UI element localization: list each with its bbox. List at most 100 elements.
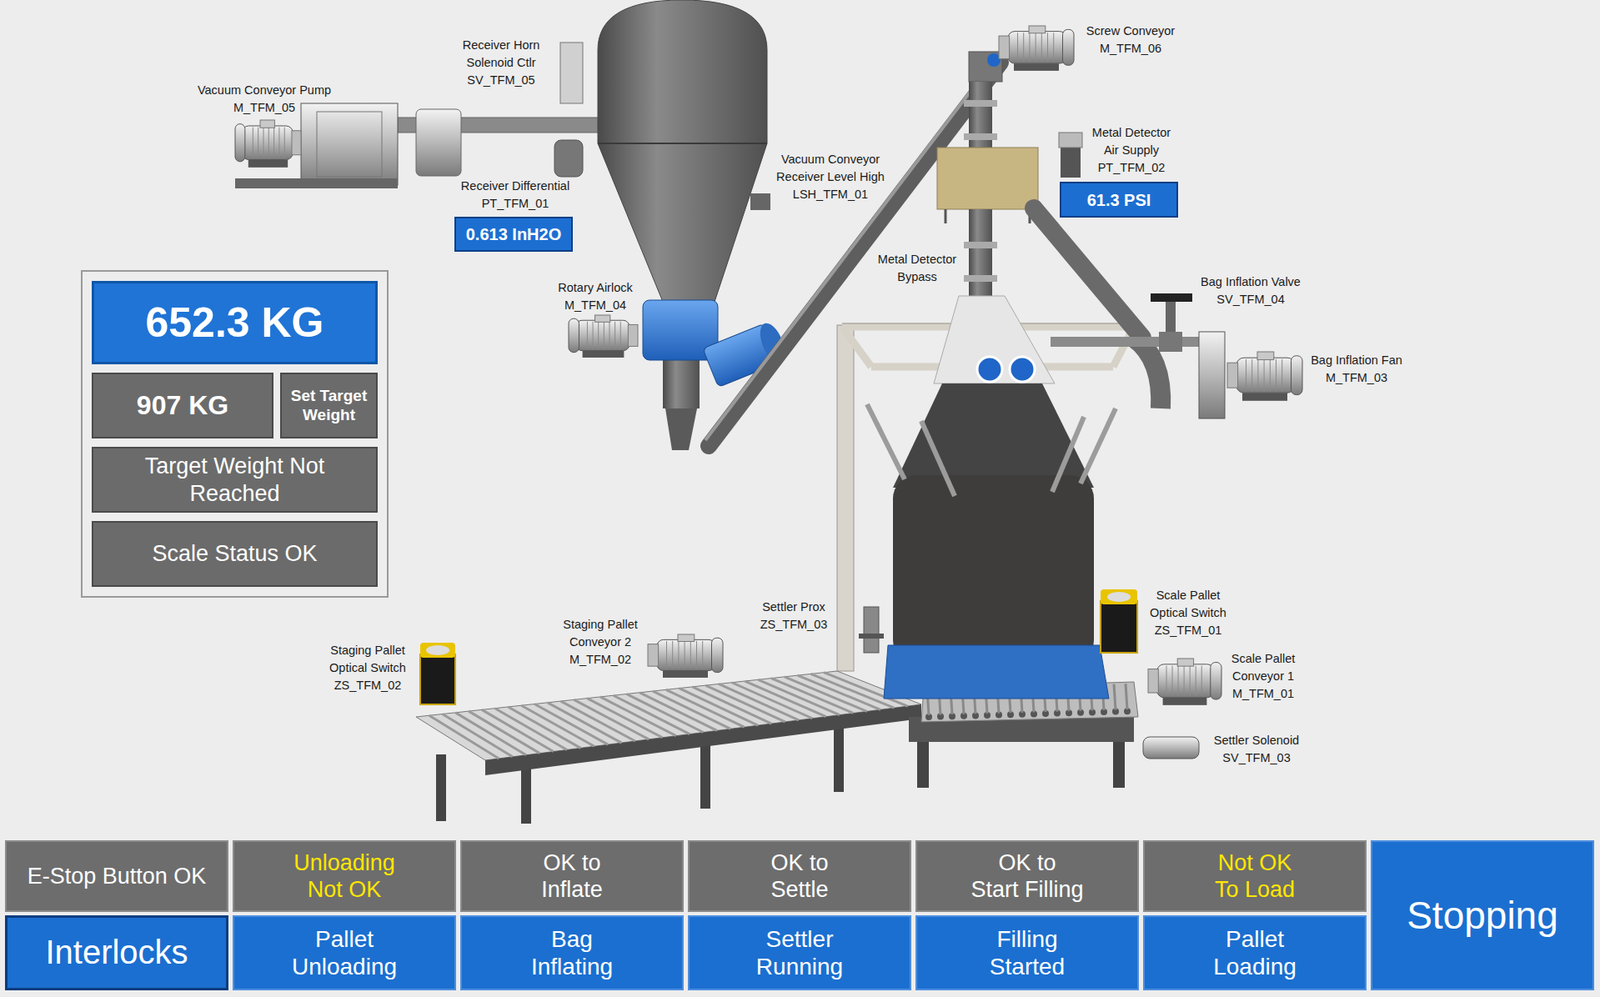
motor-icon (1148, 658, 1222, 706)
motor-icon (235, 120, 301, 168)
label-line: Start Filling (970, 876, 1084, 903)
equipment-label: Scale PalletConveyor 1M_TFM_01 (1231, 650, 1296, 703)
interlock-status: UnloadingNot OK (232, 840, 457, 913)
sequence-button[interactable]: SettlerRunning (687, 915, 912, 991)
sensor-value: 0.613 InH2O (454, 216, 573, 252)
target-status: Target Weight Not Reached (91, 446, 378, 513)
label-line: ZS_TFM_03 (760, 616, 828, 634)
equipment-label: Scale PalletOptical SwitchZS_TFM_01 (1149, 586, 1227, 640)
interlock-status: E-Stop Button OK (5, 840, 229, 913)
label-line: ZS_TFM_02 (329, 677, 407, 695)
label-line: Unloading (291, 952, 397, 981)
sensor-label: Receiver DifferentialPT_TFM_01 (461, 177, 570, 213)
label-line: Running (756, 952, 843, 981)
sensor-value: 61.3 PSI (1059, 181, 1179, 218)
set-target-button[interactable]: Set Target Weight (280, 372, 378, 439)
label-line: Settler Prox (760, 598, 828, 617)
label-line: Inflating (531, 952, 613, 981)
settler-solenoid-icon (1143, 737, 1199, 759)
label-line: OK to (542, 849, 601, 877)
label-line: Scale Pallet (1231, 650, 1296, 668)
label-line: Bypass (877, 268, 957, 286)
weigh-panel: 652.3 KG 907 KGSet Target Weight Target We… (80, 270, 389, 598)
sequence-button[interactable]: BagInflating (460, 915, 684, 991)
label-line: Receiver Horn (462, 36, 541, 55)
label-line: OK to (770, 849, 828, 877)
label-line: PT_TFM_01 (461, 195, 570, 213)
scale-status: Scale Status OK (91, 521, 378, 587)
inflation-duct-icon (1033, 208, 1201, 409)
equipment-label: Rotary AirlockM_TFM_04 (557, 279, 632, 315)
state-button[interactable]: Stopping (1370, 840, 1595, 991)
motor-icon (647, 634, 723, 678)
equipment-label: Staging PalletOptical SwitchZS_TFM_02 (329, 642, 407, 695)
metal-detector-icon (937, 147, 1039, 300)
interlock-status: OK toInflate (460, 840, 684, 913)
target-weight: 907 KG (91, 372, 274, 439)
motor-icon (998, 25, 1074, 71)
label-line: M_TFM_03 (1310, 369, 1403, 387)
label-line: Staging Pallet (329, 642, 407, 660)
optical-switch-icon (1100, 589, 1138, 653)
label-line: ZS_TFM_01 (1149, 621, 1227, 640)
label-line: Receiver Differential (461, 177, 570, 196)
label-line: Pallet (1225, 925, 1285, 953)
label-line: SV_TFM_04 (1200, 290, 1301, 309)
label-line: Filling (996, 925, 1058, 953)
equipment-label: Metal DetectorBypass (877, 250, 957, 286)
equipment-label: Settler ProxZS_TFM_03 (760, 598, 828, 634)
sequence-button[interactable]: PalletLoading (1143, 915, 1367, 991)
label-line: Vacuum Conveyor Pump (197, 81, 332, 100)
label-line: Inflate (541, 876, 603, 903)
label-line: Bag Inflation Valve (1200, 273, 1301, 291)
staging-conveyor-icon (416, 671, 922, 824)
label-line: Conveyor 2 (562, 633, 637, 652)
weight-display: 652.3 KG (91, 280, 378, 365)
label-line: Vacuum Conveyor (776, 150, 885, 169)
interlock-status: OK toSettle (687, 840, 912, 913)
label-line: Optical Switch (1149, 604, 1227, 622)
fill-head-icon (933, 295, 1055, 384)
label-line: Receiver Level High (776, 168, 885, 186)
pallet-icon (883, 645, 1109, 699)
settler-prox-icon (858, 606, 884, 653)
sequence-button[interactable]: Interlocks (5, 915, 229, 991)
label-line: Interlocks (45, 932, 188, 973)
label-line: Settler (766, 925, 834, 953)
label-line: M_TFM_02 (562, 651, 637, 669)
label-line: SV_TFM_05 (462, 71, 541, 90)
vacuum-pump-icon (235, 103, 602, 189)
label-line: M_TFM_06 (1086, 40, 1175, 58)
equipment-label: Staging PalletConveyor 2M_TFM_02 (562, 616, 637, 669)
interlock-status: Not OKTo Load (1143, 840, 1367, 913)
label-line: To Load (1214, 876, 1295, 903)
motor-icon (1227, 351, 1303, 402)
label-line: M_TFM_04 (557, 296, 632, 315)
process-canvas: Vacuum Conveyor PumpM_TFM_05 Receiver Hor… (0, 0, 1600, 838)
equipment-label: Receiver HornSolenoid CtlrSV_TFM_05 (462, 36, 541, 90)
optical-switch-icon (420, 642, 456, 705)
label-line: Settler Solenoid (1213, 732, 1300, 750)
label-line: Started (989, 952, 1065, 981)
pressure-sensor-icon (554, 140, 583, 177)
label-line: Settle (770, 876, 828, 903)
label-line: Optical Switch (329, 659, 407, 678)
equipment-label: Vacuum Conveyor PumpM_TFM_05 (197, 81, 332, 117)
sequence-button[interactable]: PalletUnloading (232, 915, 457, 991)
label-line: Loading (1213, 952, 1297, 981)
label-line: Staging Pallet (562, 616, 637, 634)
label-line: SV_TFM_03 (1213, 749, 1300, 768)
label-line: Conveyor 1 (1231, 667, 1296, 686)
label-line: Rotary Airlock (557, 279, 632, 297)
label-line: Unloading (293, 849, 396, 877)
label-line: Not OK (307, 876, 382, 903)
label-line: Metal Detector (877, 250, 957, 269)
label-line: Bag (551, 925, 593, 953)
label-line: OK to (998, 849, 1056, 877)
label-line: Not OK (1218, 849, 1293, 877)
label-line: Screw Conveyor (1086, 22, 1175, 41)
label-line: Metal Detector (1092, 124, 1171, 142)
bulk-bag-icon (867, 383, 1116, 664)
sequence-button[interactable]: FillingStarted (915, 915, 1139, 991)
motor-icon (568, 315, 638, 358)
